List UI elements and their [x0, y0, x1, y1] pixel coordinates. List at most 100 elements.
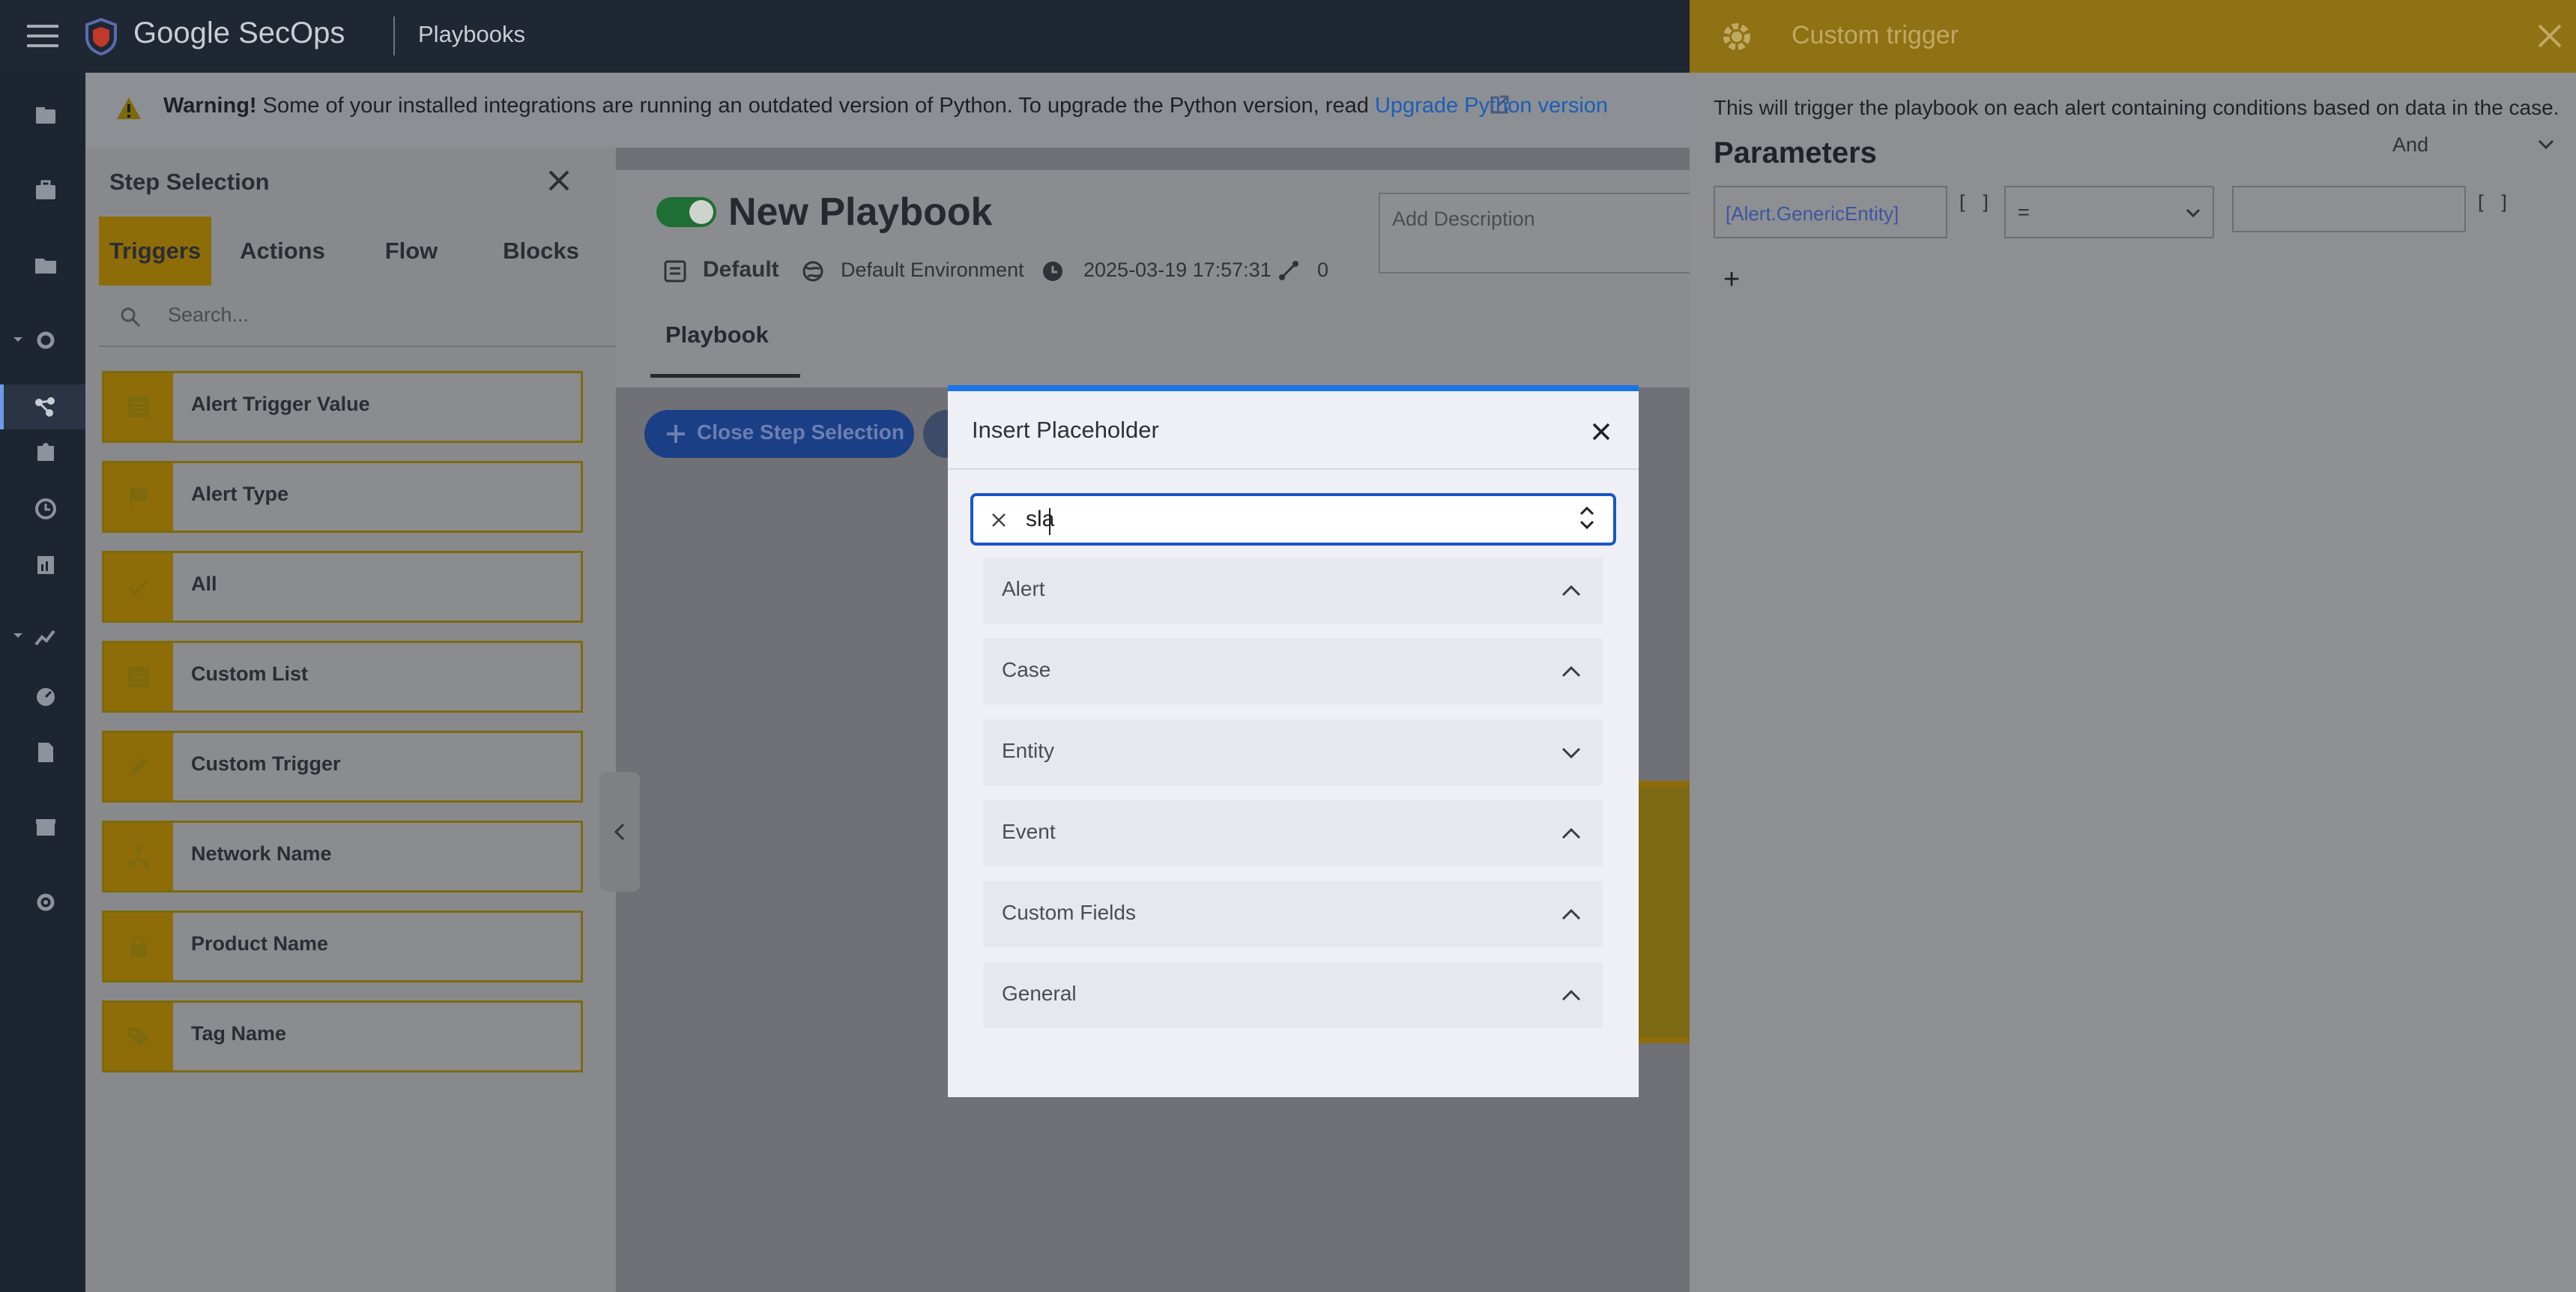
list-icon [128, 396, 149, 417]
condition-field-input[interactable]: [Alert.GenericEntity] [1714, 186, 1947, 238]
trigger-item[interactable]: Alert Type [102, 461, 583, 533]
section-label: Entity [1002, 739, 1055, 762]
section-general[interactable]: General [984, 962, 1603, 1028]
warning-banner: Warning! Some of your installed integrat… [85, 73, 1690, 148]
trigger-item[interactable]: Tag Name [102, 1000, 583, 1072]
collapse-panel-handle[interactable] [599, 772, 640, 892]
environment-icon [800, 259, 826, 284]
briefcase-icon[interactable] [33, 178, 58, 203]
close-step-selection-button[interactable]: Close Step Selection [644, 410, 914, 458]
search-icon [120, 307, 141, 327]
clear-icon[interactable] [990, 511, 1008, 529]
warning-title: Warning! [163, 94, 257, 118]
trigger-item[interactable]: Alert Trigger Value [102, 371, 583, 443]
toggle-knob [689, 200, 713, 224]
document-icon[interactable] [33, 740, 58, 765]
playbook-steps-count: 0 [1317, 259, 1329, 281]
left-nav [0, 73, 85, 1292]
menu-icon[interactable] [27, 22, 58, 49]
trigger-item[interactable]: Custom List [102, 641, 583, 713]
condition-field-value: [Alert.GenericEntity] [1726, 202, 1899, 225]
trigger-item[interactable]: Product Name [102, 911, 583, 982]
folder-icon[interactable] [33, 253, 58, 278]
gear-icon [1717, 16, 1757, 57]
placeholder-search-input[interactable]: sla [970, 493, 1616, 546]
trigger-item-label: Tag Name [191, 1022, 287, 1045]
chevron-down-icon [1559, 742, 1583, 763]
analytics-group-icon[interactable] [10, 624, 58, 649]
section-entity[interactable]: Entity [984, 719, 1603, 785]
lock-icon [130, 936, 147, 957]
text-caret [1049, 508, 1050, 535]
trigger-item[interactable]: Custom Trigger [102, 731, 583, 803]
step-selection-title: Step Selection [109, 169, 270, 195]
trigger-item-label: Alert Type [191, 483, 289, 505]
header-divider [393, 16, 395, 55]
trigger-item[interactable]: All [102, 551, 583, 623]
step-search-input[interactable]: Search... [99, 287, 616, 347]
gear-icon[interactable] [33, 890, 58, 915]
tab-blocks[interactable]: Blocks [475, 217, 607, 286]
playbook-enabled-toggle[interactable] [656, 197, 716, 227]
list-icon [128, 666, 149, 687]
description-input[interactable]: Add Description [1379, 193, 1693, 274]
chevron-up-icon [1559, 661, 1583, 682]
settings-group-icon[interactable] [10, 327, 58, 353]
section-title: Playbooks [418, 21, 526, 47]
chevron-up-icon [1559, 580, 1583, 601]
close-icon[interactable] [2535, 21, 2565, 51]
value-placeholder-button[interactable]: [ ] [2475, 192, 2510, 214]
playbook-title[interactable]: New Playbook [728, 190, 993, 235]
playbook-folder: Default [703, 257, 779, 282]
condition-value-input[interactable] [2232, 186, 2466, 232]
trigger-item-label: Custom Trigger [191, 752, 341, 775]
add-condition-button[interactable]: + [1723, 264, 1740, 296]
trigger-item[interactable]: Network Name [102, 821, 583, 893]
cases-icon[interactable] [33, 103, 58, 128]
operator-value: = [2018, 201, 2030, 223]
tab-actions[interactable]: Actions [219, 217, 346, 286]
trigger-node[interactable] [1635, 781, 1690, 1043]
warning-text: Warning! Some of your installed integrat… [163, 94, 1608, 118]
trigger-item-label: Network Name [191, 842, 332, 865]
external-link-icon[interactable] [1488, 94, 1511, 116]
playbooks-nav-icon[interactable] [0, 384, 85, 429]
section-case[interactable]: Case [984, 639, 1603, 704]
close-icon[interactable] [1589, 420, 1613, 444]
step-selection-panel: Step Selection Triggers Actions Flow Blo… [85, 148, 616, 1292]
close-icon[interactable] [545, 167, 572, 194]
history-icon[interactable] [33, 496, 58, 522]
plus-icon [664, 422, 688, 446]
chevron-up-icon [1559, 823, 1583, 844]
network-icon [128, 846, 149, 867]
top-bar: Google SecOps Playbooks [0, 0, 1690, 73]
chevron-left-icon [611, 820, 628, 844]
close-step-selection-label: Close Step Selection [697, 420, 904, 444]
section-custom-fields[interactable]: Custom Fields [984, 881, 1603, 947]
expand-collapse-icon[interactable] [1577, 504, 1597, 532]
dashboard-icon[interactable] [33, 683, 58, 709]
tab-triggers[interactable]: Triggers [99, 217, 211, 286]
report-icon[interactable] [33, 552, 58, 578]
folder-doc-icon [662, 259, 688, 284]
tab-underline [650, 374, 800, 378]
puzzle-icon[interactable] [33, 440, 58, 465]
section-label: Case [1002, 658, 1051, 681]
trigger-panel-header: Custom trigger [1690, 0, 2576, 73]
section-event[interactable]: Event [984, 800, 1603, 866]
parameters-heading: Parameters [1714, 136, 1877, 169]
field-placeholder-button[interactable]: [ ] [1956, 192, 1992, 214]
store-icon[interactable] [33, 815, 58, 840]
tab-flow[interactable]: Flow [355, 217, 468, 286]
logic-operator-select[interactable]: And [2392, 133, 2428, 157]
description-placeholder: Add Description [1392, 208, 1535, 230]
section-alert[interactable]: Alert [984, 558, 1603, 624]
operator-select[interactable]: = [2004, 186, 2214, 238]
tab-playbook[interactable]: Playbook [665, 322, 769, 348]
insert-placeholder-dialog: Insert Placeholder sla Alert Case Entity… [948, 385, 1639, 1097]
trigger-panel-title: Custom trigger [1792, 21, 1959, 49]
chevron-down-icon[interactable] [2536, 135, 2556, 154]
check-icon [128, 579, 149, 596]
custom-trigger-panel: Custom trigger This will trigger the pla… [1690, 0, 2576, 1292]
pencil-icon [130, 758, 148, 776]
